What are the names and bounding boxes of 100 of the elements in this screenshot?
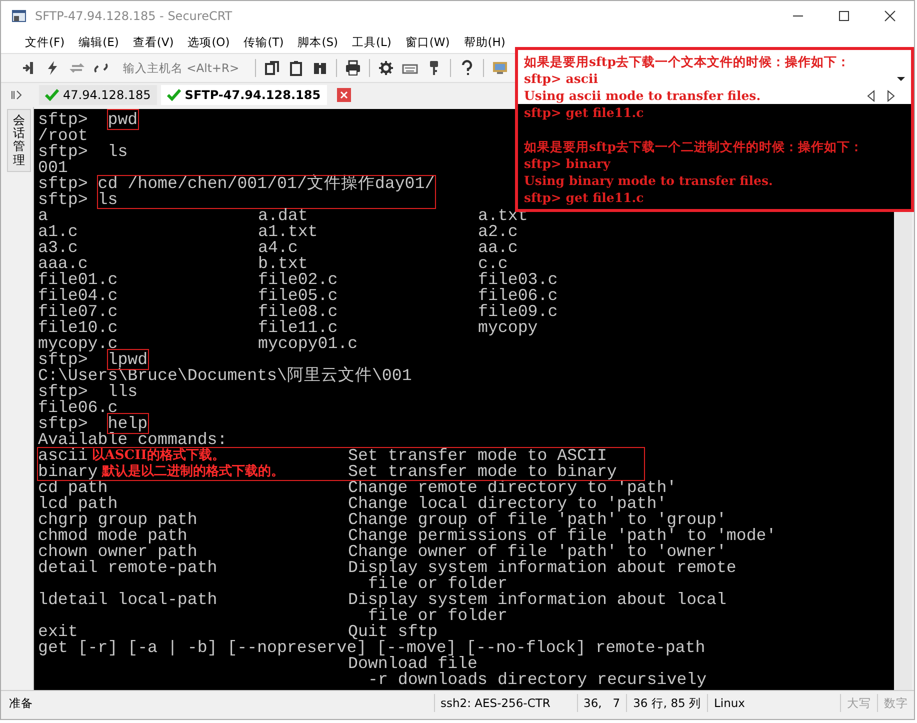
command-description: Set transfer mode to ASCII (348, 448, 607, 464)
command-name: lcd path (38, 496, 119, 512)
command-text: lls (108, 382, 138, 401)
command-name: detail remote-path (38, 560, 218, 576)
file-name: file06.c (478, 288, 559, 304)
command-description: Change permissions of file 'path' to 'mode' (348, 528, 778, 544)
file-name: file01.c (38, 272, 119, 288)
output-line: get [-r] [-a | -b] [--nopreserve] [--move] [--no-flock] remote-path (38, 640, 706, 656)
output-line: /root (38, 128, 88, 144)
sidebar-toggle-icon[interactable] (11, 89, 23, 101)
command-description: Change remote directory to 'path' (348, 480, 678, 496)
cursor-position: 36, 7 (576, 694, 626, 712)
menu-item[interactable]: 选项(O) (188, 34, 230, 50)
prompt-text: sftp> (38, 382, 88, 401)
file-name: a3.c (38, 240, 79, 256)
file-name: file02.c (258, 272, 339, 288)
annotation-text: sftp> get file11.c (524, 189, 644, 206)
print-icon[interactable] (345, 60, 362, 76)
prompt-text: sftp> (38, 176, 88, 192)
prompt-text: sftp> (38, 110, 88, 129)
file-name: file09.c (478, 304, 559, 320)
command-text: ls (108, 142, 128, 161)
file-name: c.c (478, 256, 508, 272)
status-message: 准备 (8, 695, 34, 712)
menu-item[interactable]: 帮助(H) (464, 34, 506, 50)
command-name: cd path (38, 480, 108, 496)
clipboard-icon[interactable] (288, 60, 304, 76)
prompt-text: sftp> (38, 350, 88, 369)
annotation-note: 默认是以二进制的格式下载的。 (102, 464, 284, 480)
command-description: Display system information about local (348, 592, 728, 608)
command-name: ascii (38, 448, 88, 464)
check-icon (166, 89, 181, 101)
file-name: file03.c (478, 272, 559, 288)
command-name: ldetail local-path (38, 592, 218, 608)
terminal-size: 36 行, 85 列 (626, 694, 707, 712)
annotation-note: 以ASCII的格式下载。 (92, 448, 225, 464)
window-title: SFTP-47.94.128.185 - SecureCRT (35, 9, 232, 23)
file-name: file08.c (258, 304, 339, 320)
file-name: a.dat (258, 208, 309, 224)
annotation-text: Using ascii mode to transfer files. (524, 87, 761, 104)
scrollbar[interactable] (894, 209, 912, 690)
host-field[interactable]: 输入主机名 <Alt+R> (123, 60, 240, 76)
file-name: a2.c (478, 224, 519, 240)
file-name: b.txt (258, 256, 308, 272)
command-text: pwd (108, 110, 138, 129)
annotation-text: 如果是要用sftp去下载一个二进制文件的时候：操作如下： (524, 138, 863, 155)
settings-icon[interactable] (378, 60, 394, 76)
annotation-text: sftp> ascii (524, 70, 598, 87)
os-status: Linux (707, 694, 840, 712)
output-line: 001 (38, 160, 68, 176)
menu-item[interactable]: 查看(V) (132, 34, 174, 50)
command-name: chgrp group path (38, 512, 198, 528)
command-description: file or folder (368, 576, 508, 592)
annotation-text: 如果是要用sftp去下载一个文本文件的时候：操作如下： (524, 53, 850, 70)
dropdown-caret-icon[interactable] (897, 76, 905, 82)
command-text: ls (98, 192, 118, 208)
session-tab[interactable]: SFTP-47.94.128.185 (160, 85, 327, 105)
annotation-text: sftp> get file11.c (524, 104, 644, 121)
menu-item[interactable]: 文件(F) (25, 34, 65, 50)
cipher-status: ssh2: AES-256-CTR (434, 694, 577, 712)
menu-item[interactable]: 编辑(E) (78, 34, 119, 50)
file-name: file07.c (38, 304, 119, 320)
command-name: chmod mode path (38, 528, 188, 544)
binoculars-icon[interactable] (312, 60, 328, 76)
maximize-icon[interactable] (838, 10, 850, 22)
monitor-icon[interactable] (492, 60, 508, 76)
file-name: file10.c (38, 320, 119, 336)
command-description: Quit sftp (348, 624, 438, 640)
command-name: binary (38, 464, 98, 480)
command-description: file or folder (368, 608, 508, 624)
session-manager-tab[interactable]: 会话管理 (7, 109, 31, 172)
close-icon[interactable] (884, 10, 896, 22)
output-line: Available commands: (38, 432, 228, 448)
check-icon (45, 89, 59, 101)
annotation-text: sftp> binary (524, 155, 610, 172)
command-text: lpwd (108, 350, 148, 369)
session-tab[interactable]: 47.94.128.185 (39, 85, 157, 105)
menu-item[interactable]: 脚本(S) (298, 34, 338, 50)
menu-item[interactable]: 窗口(W) (405, 34, 450, 50)
prompt-text: sftp> (38, 142, 88, 161)
prompt-text: sftp> (38, 192, 88, 208)
prompt-text: sftp> (38, 414, 88, 433)
command-name: exit (38, 624, 79, 640)
output-line: file06.c (38, 400, 118, 416)
close-tab-icon[interactable] (336, 88, 351, 102)
caps-lock-status: 大写 (840, 694, 877, 712)
output-line: C:\Users\Bruce\Documents\阿里云文件\001 (38, 368, 412, 384)
file-name: file04.c (38, 288, 119, 304)
menu-item[interactable]: 传输(T) (244, 34, 284, 50)
tab-left-icon[interactable] (867, 90, 875, 102)
command-description: Display system information about remote (348, 560, 738, 576)
file-name: file11.c (258, 320, 338, 336)
terminal-app-icon (11, 8, 27, 24)
command-name: chown owner path (38, 544, 198, 560)
command-description: Change local directory to 'path' (348, 496, 667, 512)
copy-icon[interactable] (264, 60, 280, 76)
tab-right-icon[interactable] (887, 90, 895, 102)
command-description: Download file (348, 656, 478, 672)
menu-item[interactable]: 工具(L) (352, 34, 392, 50)
command-text: help (108, 414, 148, 433)
